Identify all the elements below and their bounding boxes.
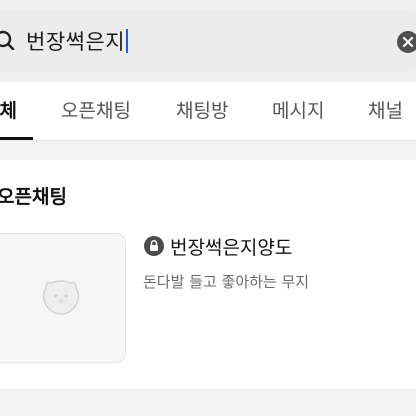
text-caret [126, 29, 129, 53]
search-bar: 번장썩은지 [0, 0, 416, 82]
close-icon [402, 36, 414, 48]
tab-all[interactable]: 전체 [0, 96, 17, 123]
section-title: 오픈채팅 [0, 186, 67, 208]
room-title[interactable]: 번장썩은지양도 [170, 233, 292, 260]
tab-openchat[interactable]: 오픈채팅 [61, 96, 131, 123]
room-description: 돈다발 들고 좋아하는 무지 [143, 273, 310, 291]
search-screen: 번장썩은지 전체 오픈채팅 채팅방 메시지 채널 오픈채팅 [0, 0, 416, 416]
section-divider [0, 141, 416, 160]
active-tab-indicator [0, 137, 33, 140]
search-icon [0, 30, 15, 50]
lock-icon [144, 236, 164, 256]
search-input[interactable]: 번장썩은지 [26, 26, 129, 56]
search-query: 번장썩은지 [26, 30, 126, 54]
default-profile-icon [42, 280, 80, 315]
tab-channels[interactable]: 채널 [368, 96, 403, 123]
clear-search-icon[interactable] [397, 31, 416, 53]
bottom-background [0, 389, 416, 416]
tab-messages[interactable]: 메시지 [272, 96, 324, 123]
tab-chatrooms[interactable]: 채팅방 [176, 96, 228, 123]
openchat-results: 오픈채팅 번장썩은지양도 돈다발 들고 좋아하는 무지 [0, 160, 416, 389]
room-thumbnail[interactable] [0, 233, 126, 363]
search-tabs: 전체 오픈채팅 채팅방 메시지 채널 [0, 82, 416, 141]
